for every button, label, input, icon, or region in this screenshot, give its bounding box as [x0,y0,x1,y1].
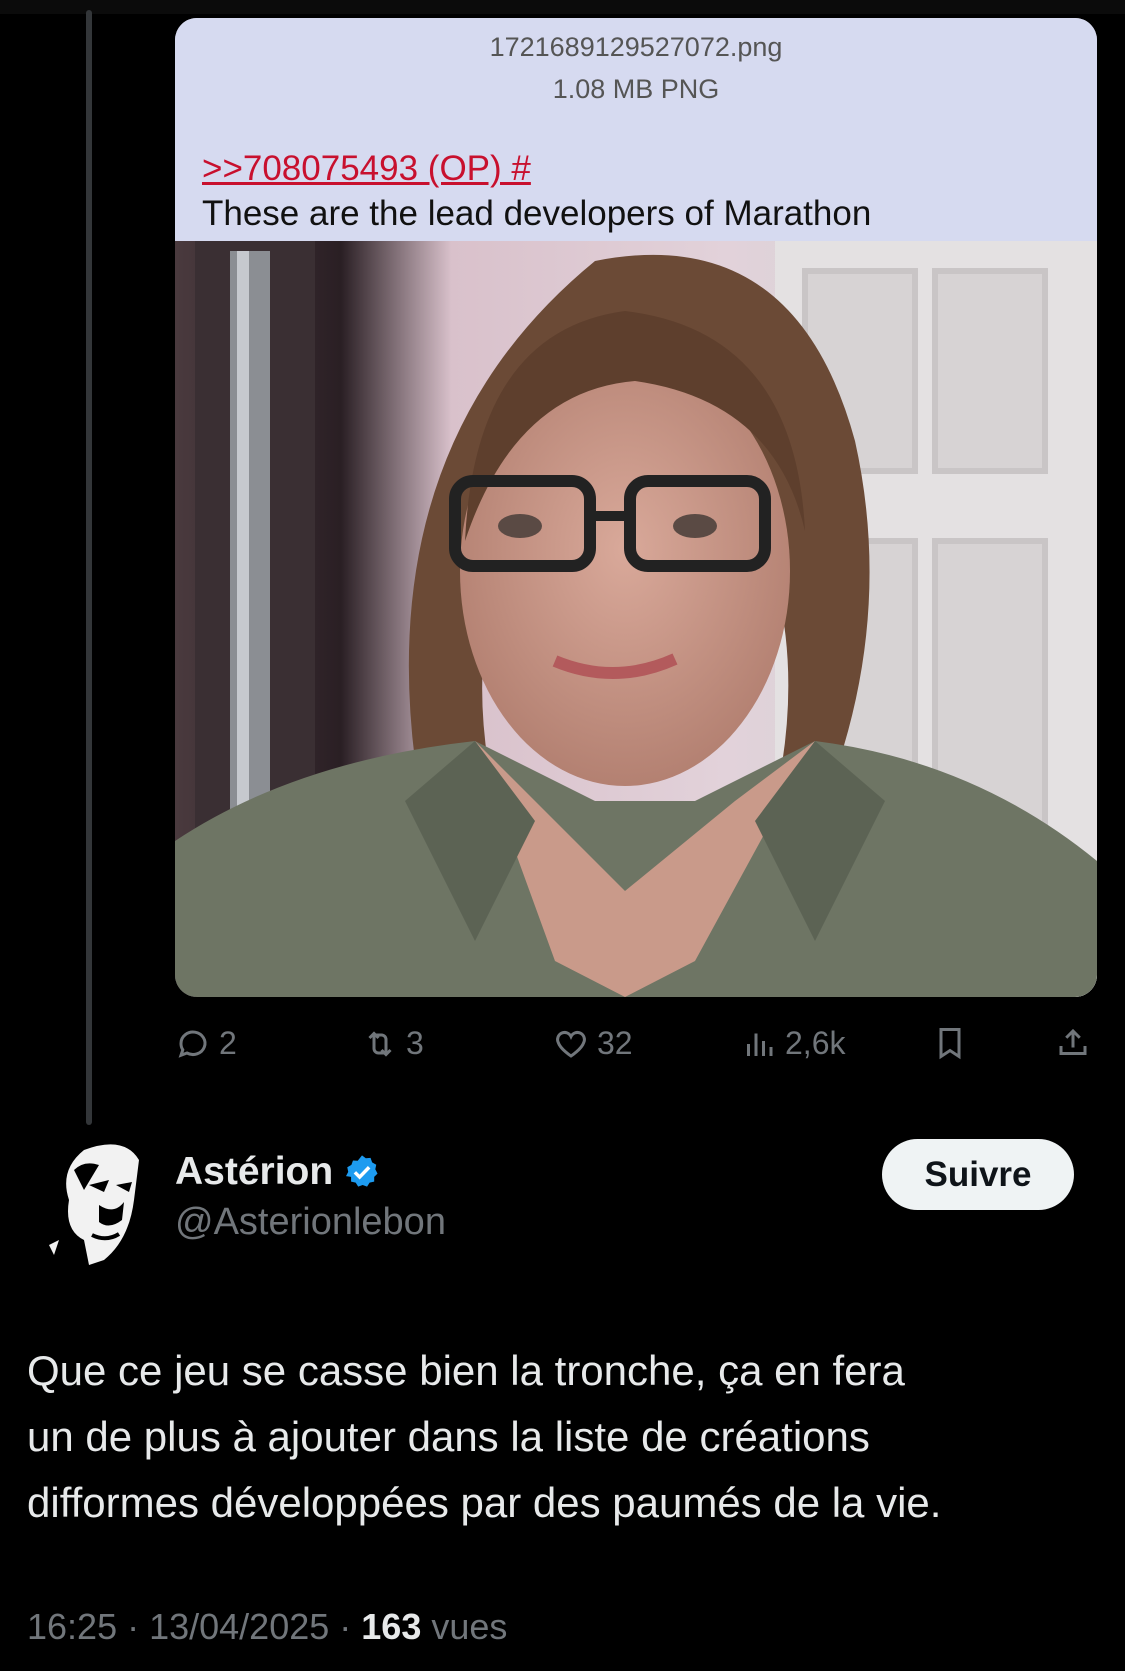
reply-count: 2 [219,1025,237,1061]
post-text: These are the lead developers of Maratho… [202,194,872,233]
verified-badge-icon [346,1155,378,1187]
like-count: 32 [597,1025,633,1061]
separator: · [329,1606,362,1647]
views-count-total: 163 [361,1606,422,1647]
parent-tweet-actions: 2 3 32 2,6k [175,1025,1105,1071]
tweet-media-image[interactable]: 1721689129527072.png 1.08 MB PNG >>70807… [175,18,1097,997]
reply-icon [178,1030,207,1058]
portrait-photo [175,241,1097,997]
tweet-meta: 16:25 · 13/04/2025 · 163 vues [27,1606,507,1648]
tweet-text-line: difformes développées par des paumés de … [27,1479,942,1526]
avatar[interactable] [44,1130,144,1270]
timestamp-date[interactable]: 13/04/2025 [149,1606,329,1647]
file-name: 1721689129527072.png [489,32,783,62]
timestamp-time[interactable]: 16:25 [27,1606,117,1647]
handle[interactable]: @Asterionlebon [175,1201,446,1244]
heart-icon [556,1030,586,1058]
follow-button[interactable]: Suivre [882,1139,1074,1210]
thread-connector-line [86,10,92,1125]
file-meta: 1.08 MB PNG [552,74,720,104]
repost-button[interactable]: 3 [362,1025,424,1062]
repost-icon [368,1030,392,1057]
bookmark-button[interactable] [932,1025,968,1061]
separator: · [117,1606,150,1647]
tweet-text-line: un de plus à ajouter dans la liste de cr… [27,1413,870,1460]
repost-count: 3 [406,1025,424,1061]
like-button[interactable]: 32 [553,1025,633,1062]
tweet-text: Que ce jeu se casse bien la tronche, ça … [27,1338,1097,1536]
views-count: 2,6k [785,1025,846,1061]
quote-link: >>708075493 (OP) # [202,149,531,188]
views-button[interactable]: 2,6k [741,1025,845,1062]
author-name-row[interactable]: Astérion [175,1150,381,1194]
tweet-text-line: Que ce jeu se casse bien la tronche, ça … [27,1347,905,1394]
display-name[interactable]: Astérion [175,1150,333,1194]
top-edge [0,0,1125,14]
bookmark-icon [939,1028,961,1060]
reply-button[interactable]: 2 [175,1025,237,1062]
share-icon [1059,1028,1087,1055]
views-icon [747,1033,773,1056]
views-label: vues [421,1606,508,1647]
imageboard-post-header: 1721689129527072.png 1.08 MB PNG >>70807… [175,18,1097,241]
share-button[interactable] [1055,1025,1091,1061]
